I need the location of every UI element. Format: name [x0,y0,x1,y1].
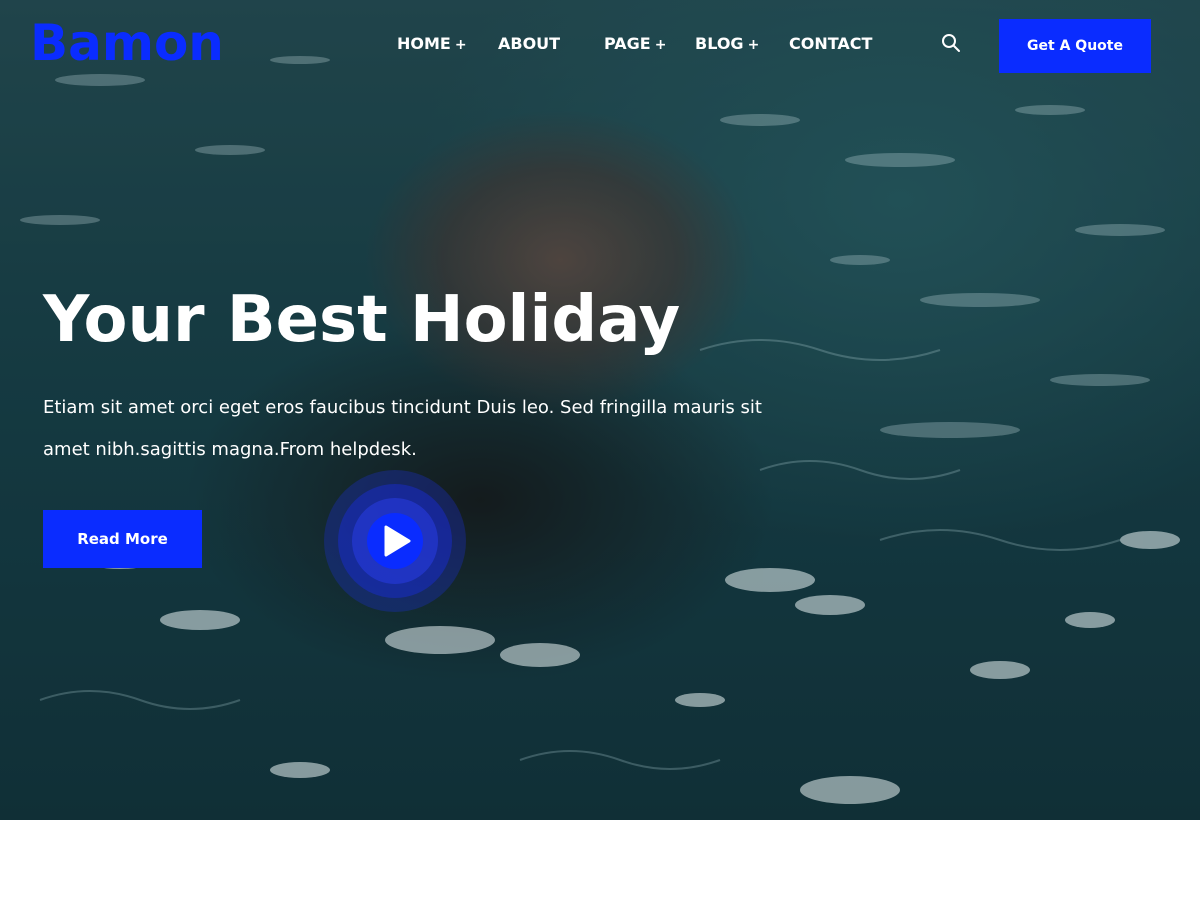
hero-description: Etiam sit amet orci eget eros faucibus t… [43,397,762,460]
nav-item-label: HOME [397,34,451,53]
nav-item-label: ABOUT [498,34,561,53]
play-video-button[interactable] [324,470,466,612]
hero-headline: Your Best Holiday [43,283,681,357]
read-more-button[interactable]: Read More [43,510,202,568]
nav-item-blog[interactable]: BLOG + [695,34,759,53]
nav-item-home[interactable]: HOME + [397,34,467,53]
header-bar: Bamon HOME+ ABOUT PAGE+ BLOG+ CONTACT [0,0,1200,90]
page-below-hero [0,820,1200,900]
play-button-core [367,513,423,569]
play-icon [384,525,411,557]
submenu-plus-icon: + [747,37,760,53]
nav-item-label: BLOG [695,34,744,53]
hero-section: Bamon HOME+ ABOUT PAGE+ BLOG+ CONTACT [0,0,1200,820]
submenu-plus-icon: + [654,37,667,53]
nav-item-page[interactable]: PAGE + [604,34,666,53]
submenu-plus-icon: + [454,37,467,53]
nav-item-contact[interactable]: CONTACT [789,34,872,53]
hero-content: Your Best Holiday Etiam sit amet orci eg… [43,275,803,471]
search-icon [942,34,960,52]
nav-item-label: PAGE [604,34,651,53]
get-quote-button[interactable]: Get A Quote [999,19,1151,73]
nav-item-about[interactable]: ABOUT [498,34,560,53]
nav-item-label: CONTACT [789,34,873,53]
site-logo[interactable]: Bamon [30,14,224,72]
search-button[interactable] [940,32,962,54]
